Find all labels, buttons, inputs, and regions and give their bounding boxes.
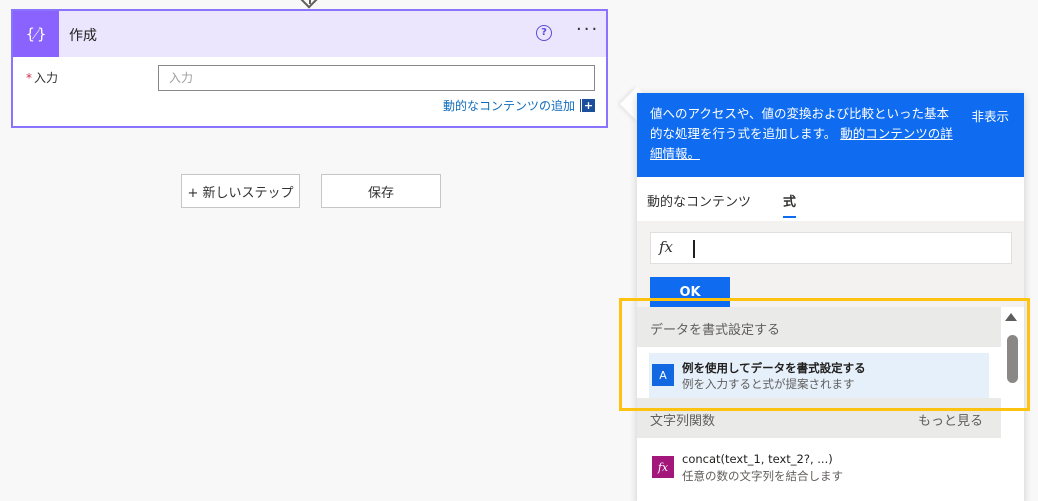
panel-tabs: 動的なコンテンツ 式 xyxy=(637,177,1024,221)
format-data-icon: A xyxy=(652,364,674,386)
function-description: 例を入力すると式が提案されます xyxy=(682,377,855,391)
banner-text: 値へのアクセスや、値の変換および比較といった基本的な処理を行う式を追加します。 … xyxy=(650,106,953,161)
help-icon[interactable]: ? xyxy=(536,25,552,41)
group-label: データを書式設定する xyxy=(650,323,781,338)
input-field[interactable] xyxy=(158,65,595,91)
text-cursor xyxy=(693,240,695,258)
tab-expression[interactable]: 式 xyxy=(783,191,796,210)
compose-action-card: {⁄} 作成 ? ··· *入力 動的なコンテンツの追加 + xyxy=(11,9,608,128)
new-step-button[interactable]: + 新しいステップ xyxy=(181,174,300,208)
active-tab-indicator xyxy=(783,216,796,218)
card-title: 作成 xyxy=(69,28,97,44)
group-header-format-data: データを書式設定する xyxy=(637,307,1001,347)
expression-input[interactable]: fx xyxy=(650,232,1012,264)
flow-designer-canvas: {⁄} 作成 ? ··· *入力 動的なコンテンツの追加 + + 新しいステップ… xyxy=(0,0,1038,501)
list-item-concat[interactable]: fx concat(text_1, text_2?, ...) 任意の数の文字列… xyxy=(649,445,989,491)
scrollbar-thumb[interactable] xyxy=(1007,335,1018,383)
compose-icon: {⁄} xyxy=(13,11,59,57)
input-label-text: 入力 xyxy=(34,71,59,85)
required-mark: * xyxy=(26,71,32,85)
panel-banner: 値へのアクセスや、値の変換および比較といった基本的な処理を行う式を追加します。 … xyxy=(637,93,1024,177)
fx-icon: fx xyxy=(652,456,674,478)
hide-button[interactable]: 非表示 xyxy=(971,107,1009,127)
add-dynamic-content-label: 動的なコンテンツの追加 xyxy=(442,99,575,113)
scroll-up-arrow-icon[interactable] xyxy=(1005,313,1017,321)
see-more-link[interactable]: もっと見る xyxy=(918,410,983,429)
group-header-string-functions: 文字列関数 もっと見る xyxy=(637,398,1001,438)
save-button[interactable]: 保存 xyxy=(321,174,441,208)
list-item-format-by-example[interactable]: A 例を使用してデータを書式設定する 例を入力すると式が提案されます xyxy=(649,353,989,399)
input-field-label: * 入力 xyxy=(26,69,58,86)
group-label: 文字列関数 xyxy=(650,414,716,429)
function-title: concat(text_1, text_2?, ...) xyxy=(682,452,833,466)
more-options-icon[interactable]: ··· xyxy=(576,19,599,40)
function-description: 任意の数の文字列を結合します xyxy=(682,469,843,483)
connector-arrow-icon xyxy=(300,0,318,9)
plus-icon: + xyxy=(581,99,595,112)
function-title: 例を使用してデータを書式設定する xyxy=(682,361,866,375)
ok-button[interactable]: OK xyxy=(650,277,730,307)
expression-panel: 値へのアクセスや、値の変換および比較といった基本的な処理を行う式を追加します。 … xyxy=(637,93,1024,501)
tab-dynamic-content[interactable]: 動的なコンテンツ xyxy=(647,191,751,210)
expression-editor-area: fx OK xyxy=(637,221,1024,307)
function-list[interactable]: データを書式設定する A 例を使用してデータを書式設定する 例を入力すると式が提… xyxy=(637,307,1024,501)
add-dynamic-content-link[interactable]: 動的なコンテンツの追加 + xyxy=(443,97,595,114)
fx-icon: fx xyxy=(659,238,674,256)
card-header[interactable]: {⁄} 作成 ? ··· xyxy=(13,11,606,57)
